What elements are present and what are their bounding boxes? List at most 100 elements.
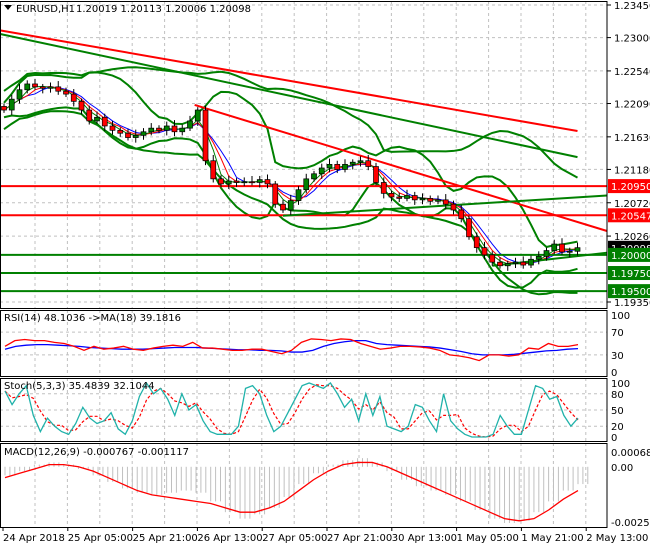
macd-tick-label: 0.00 — [611, 463, 633, 474]
candle — [505, 264, 510, 266]
candle — [257, 180, 262, 183]
candle — [56, 87, 61, 91]
rsi-tick-label: 30 — [611, 351, 624, 362]
candle — [195, 110, 200, 121]
candle — [327, 164, 332, 168]
chart-header: EURUSD,H1 1.20019 1.20113 1.20006 1.2009… — [4, 4, 251, 15]
stoch-label: Stoch(5,3,3) 35.4839 32.1044 — [4, 381, 155, 392]
candle — [149, 128, 154, 132]
macd-signal-line — [5, 462, 578, 520]
candle — [79, 101, 84, 110]
candle — [118, 130, 123, 133]
bollinger-upper — [4, 72, 578, 247]
trading-chart[interactable]: RSI(14) 48.1036 ->MA(18) 39.1816 Stoch(5… — [0, 0, 650, 550]
candle — [48, 87, 53, 88]
candle — [350, 162, 355, 164]
candle — [133, 135, 138, 137]
candle — [141, 132, 146, 136]
stoch-tick-label: 100 — [611, 379, 630, 390]
candle — [234, 181, 239, 182]
candle — [575, 248, 580, 252]
candle — [405, 196, 410, 199]
macd-tick-label: 0.000684 — [611, 448, 650, 459]
price-label: 1.20950 — [611, 182, 650, 193]
x-tick-label: 30 Apr 13:00 — [392, 533, 457, 544]
candle — [343, 164, 348, 169]
candle — [374, 167, 379, 183]
candle — [490, 255, 495, 262]
candle — [459, 210, 464, 219]
candle — [211, 161, 216, 179]
candle — [296, 190, 301, 201]
candle — [157, 128, 162, 130]
candle — [521, 262, 526, 265]
candle — [40, 87, 45, 88]
candle — [335, 164, 340, 169]
candle — [273, 184, 278, 204]
stoch-tick-label: 50 — [611, 406, 624, 417]
candle — [164, 126, 169, 130]
candle — [420, 198, 425, 199]
rsi-tick-label: 70 — [611, 328, 624, 339]
macd-tick-label: -0.002555 — [611, 518, 650, 529]
candle — [389, 193, 394, 197]
y-tick-label: 1.23000 — [614, 34, 650, 45]
rsi-panel[interactable]: RSI(14) 48.1036 ->MA(18) 39.1816 — [4, 313, 578, 361]
rsi-line — [5, 339, 578, 361]
x-tick-label: 25 Apr 05:00 — [68, 533, 133, 544]
x-tick-label: 25 Apr 21:00 — [133, 533, 198, 544]
candle — [443, 200, 448, 204]
trend-line[interactable] — [0, 34, 577, 157]
candle — [319, 168, 324, 174]
x-tick-label: 1 May 05:00 — [457, 533, 519, 544]
candle — [33, 84, 38, 87]
y-tick-label: 1.23450 — [614, 1, 650, 12]
rsi-tick-label: 100 — [611, 311, 630, 322]
candle — [366, 161, 371, 167]
candle — [552, 244, 557, 251]
candle — [451, 204, 456, 210]
candle — [226, 181, 231, 184]
y-tick-label: 1.21630 — [614, 133, 650, 144]
candle — [536, 256, 541, 259]
candle — [203, 110, 208, 161]
price-label: 1.19750 — [611, 269, 650, 280]
x-tick-label: 1 May 21:00 — [521, 533, 583, 544]
stochastic-panel[interactable]: Stoch(5,3,3) 35.4839 32.1044 — [4, 381, 578, 437]
rsi-label: RSI(14) 48.1036 ->MA(18) 39.1816 — [4, 313, 181, 324]
candle — [397, 197, 402, 198]
candle — [412, 196, 417, 200]
candle — [250, 182, 255, 183]
stoch-tick-label: 80 — [611, 390, 624, 401]
dropdown-triangle-icon[interactable] — [4, 5, 12, 10]
y-tick-label: 1.22090 — [614, 100, 650, 111]
y-tick-label: 1.22540 — [614, 67, 650, 78]
macd-panel[interactable]: MACD(12,26,9) -0.000767 -0.001117 — [4, 447, 588, 523]
candle — [265, 180, 270, 184]
candle — [17, 90, 22, 99]
candle — [428, 198, 433, 201]
candle — [482, 248, 487, 255]
stoch-signal-line — [5, 385, 578, 437]
candle — [9, 99, 14, 110]
x-tick-label: 27 Apr 21:00 — [327, 533, 392, 544]
candle — [102, 117, 107, 126]
candle — [2, 106, 7, 110]
price-panel[interactable] — [0, 30, 607, 294]
x-tick-label: 2 May 13:00 — [586, 533, 648, 544]
y-tick-label: 1.21180 — [614, 165, 650, 176]
candle — [219, 179, 224, 184]
candle — [281, 204, 286, 210]
candle — [567, 251, 572, 252]
x-tick-label: 24 Apr 2018 — [3, 533, 65, 544]
trend-line[interactable] — [283, 196, 607, 216]
symbol-timeframe: EURUSD,H1 — [16, 4, 75, 15]
stoch-tick-label: 20 — [611, 422, 624, 433]
candle — [71, 94, 76, 101]
ohlc-values: 1.20019 1.20113 1.20006 1.20098 — [76, 4, 251, 15]
candle — [180, 128, 185, 132]
candle — [242, 182, 247, 183]
candle — [560, 244, 565, 252]
candle — [172, 126, 177, 132]
price-label: 1.20547 — [611, 211, 650, 222]
